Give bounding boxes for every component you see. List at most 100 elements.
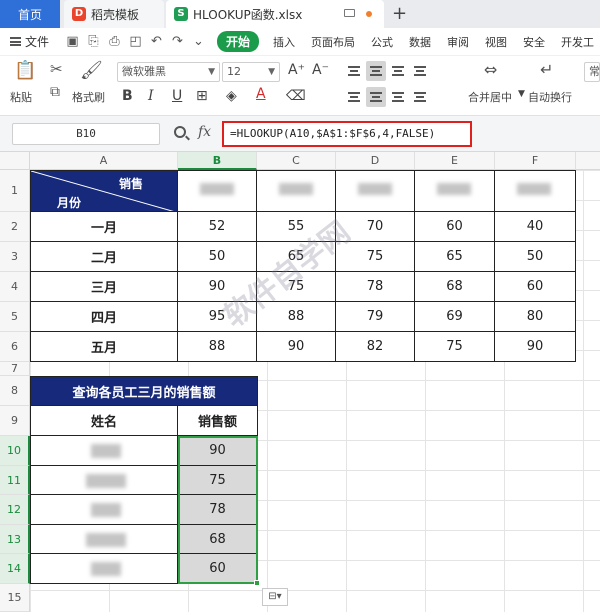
fx-icon[interactable]: fx bbox=[198, 124, 211, 140]
font-color-icon[interactable]: A bbox=[256, 86, 266, 102]
tab-formulas[interactable]: 公式 bbox=[371, 34, 393, 50]
formula-input[interactable]: =HLOOKUP(A10,$A$1:$F$6,4,FALSE) bbox=[222, 121, 472, 147]
sales-cell[interactable]: 75 bbox=[336, 242, 415, 272]
wrap-text-button[interactable]: 自动换行 bbox=[528, 89, 572, 105]
font-size-select[interactable]: 12 ▼ bbox=[222, 62, 280, 82]
month-cell[interactable]: 一月 bbox=[30, 212, 178, 242]
sales-cell[interactable]: 88 bbox=[178, 332, 257, 362]
format-painter-icon[interactable]: 🖌 bbox=[80, 60, 103, 81]
save-icon[interactable]: ▣ bbox=[62, 34, 83, 49]
decrease-font-icon[interactable]: A⁻ bbox=[312, 62, 329, 78]
monitor-icon[interactable] bbox=[344, 9, 355, 17]
sales-cell[interactable]: 90 bbox=[178, 272, 257, 302]
lookup-result-cell[interactable]: 78 bbox=[178, 495, 258, 525]
redo-icon[interactable]: ↷ bbox=[167, 34, 188, 49]
diagonal-header-cell[interactable]: 销售 月份 bbox=[30, 170, 178, 212]
employee-name-cell[interactable] bbox=[30, 554, 178, 584]
search-icon[interactable] bbox=[174, 126, 186, 138]
tab-start[interactable]: 开始 bbox=[217, 31, 260, 52]
sales-cell[interactable]: 65 bbox=[257, 242, 336, 272]
bold-button[interactable]: B bbox=[122, 88, 133, 104]
row-header-10[interactable]: 10 bbox=[0, 436, 30, 466]
sales-cell[interactable]: 78 bbox=[336, 272, 415, 302]
tab-file[interactable]: S HLOOKUP函数.xlsx bbox=[166, 0, 384, 28]
sales-cell[interactable]: 95 bbox=[178, 302, 257, 332]
employee-name-header[interactable] bbox=[415, 170, 495, 212]
chevron-down-icon[interactable]: ▼ bbox=[518, 89, 525, 99]
row-header-1[interactable]: 1 bbox=[0, 170, 30, 212]
row-header-7[interactable]: 7 bbox=[0, 362, 30, 376]
sales-cell[interactable]: 65 bbox=[415, 242, 495, 272]
quick-fill-options-icon[interactable]: ⊟▾ bbox=[262, 588, 288, 606]
sales-cell[interactable]: 90 bbox=[495, 332, 576, 362]
sales-cell[interactable]: 40 bbox=[495, 212, 576, 242]
employee-name-header[interactable] bbox=[336, 170, 415, 212]
tab-template[interactable]: D 稻壳模板 bbox=[64, 0, 164, 28]
sales-cell[interactable]: 90 bbox=[257, 332, 336, 362]
file-menu[interactable]: 文件 bbox=[0, 33, 62, 50]
align-right-icon[interactable] bbox=[392, 92, 404, 102]
lookup-result-cell[interactable]: 60 bbox=[178, 554, 258, 584]
row-header-14[interactable]: 14 bbox=[0, 554, 30, 584]
justify-icon[interactable] bbox=[414, 92, 426, 102]
month-cell[interactable]: 三月 bbox=[30, 272, 178, 302]
paste-icon[interactable]: 📋 bbox=[14, 60, 36, 81]
employee-name-header[interactable] bbox=[257, 170, 336, 212]
row-header-8[interactable]: 8 bbox=[0, 376, 30, 406]
align-center-icon[interactable] bbox=[370, 92, 382, 102]
month-cell[interactable]: 二月 bbox=[30, 242, 178, 272]
undo-icon[interactable]: ↶ bbox=[146, 34, 167, 49]
print-icon[interactable]: ⎙ bbox=[104, 34, 125, 49]
align-left-icon[interactable] bbox=[348, 92, 360, 102]
sales-cell[interactable]: 60 bbox=[415, 212, 495, 242]
row-header-13[interactable]: 13 bbox=[0, 525, 30, 554]
tab-insert[interactable]: 插入 bbox=[273, 34, 295, 50]
lookup-result-cell[interactable]: 90 bbox=[178, 436, 258, 466]
sales-cell[interactable]: 68 bbox=[415, 272, 495, 302]
select-all-corner[interactable] bbox=[0, 152, 30, 170]
align-middle-icon[interactable] bbox=[370, 66, 382, 76]
month-cell[interactable]: 五月 bbox=[30, 332, 178, 362]
tab-review[interactable]: 审阅 bbox=[447, 34, 469, 50]
month-cell[interactable]: 四月 bbox=[30, 302, 178, 332]
sales-cell[interactable]: 69 bbox=[415, 302, 495, 332]
row-header-12[interactable]: 12 bbox=[0, 495, 30, 525]
row-header-5[interactable]: 5 bbox=[0, 302, 30, 332]
sales-cell[interactable]: 60 bbox=[495, 272, 576, 302]
fill-handle[interactable] bbox=[254, 580, 260, 586]
row-header-11[interactable]: 11 bbox=[0, 466, 30, 495]
clear-format-icon[interactable]: ⌫ bbox=[286, 88, 306, 104]
lookup-result-cell[interactable]: 75 bbox=[178, 466, 258, 495]
tab-developer[interactable]: 开发工 bbox=[561, 34, 594, 50]
merge-center-icon[interactable]: ⇔ bbox=[484, 60, 497, 79]
sales-cell[interactable]: 50 bbox=[495, 242, 576, 272]
border-icon[interactable]: ⊞ bbox=[196, 88, 208, 104]
preview-icon[interactable]: ◰ bbox=[125, 34, 146, 49]
name-box[interactable]: B10 bbox=[12, 123, 160, 145]
sales-column-header[interactable]: 销售额 bbox=[178, 406, 258, 436]
sales-cell[interactable]: 55 bbox=[257, 212, 336, 242]
paste-button[interactable]: 粘贴 bbox=[10, 89, 32, 105]
cut-icon[interactable]: ✂ bbox=[50, 60, 63, 78]
sales-cell[interactable]: 52 bbox=[178, 212, 257, 242]
sales-cell[interactable]: 80 bbox=[495, 302, 576, 332]
column-header-d[interactable]: D bbox=[336, 152, 415, 170]
sales-cell[interactable]: 79 bbox=[336, 302, 415, 332]
copy-icon[interactable]: ⧉ bbox=[50, 84, 60, 100]
increase-font-icon[interactable]: A⁺ bbox=[288, 62, 305, 78]
employee-name-cell[interactable] bbox=[30, 466, 178, 495]
wrap-text-icon[interactable]: ↵ bbox=[540, 60, 553, 79]
row-header-3[interactable]: 3 bbox=[0, 242, 30, 272]
column-header-f[interactable]: F bbox=[495, 152, 576, 170]
font-name-select[interactable]: 微软雅黑 ▼ bbox=[117, 62, 220, 82]
indent-icon[interactable] bbox=[414, 66, 426, 76]
new-tab-icon[interactable]: + bbox=[392, 3, 407, 24]
tab-page-layout[interactable]: 页面布局 bbox=[311, 34, 355, 50]
number-format-select[interactable]: 常 bbox=[584, 62, 600, 82]
underline-button[interactable]: U bbox=[172, 88, 182, 104]
row-header-9[interactable]: 9 bbox=[0, 406, 30, 436]
row-header-4[interactable]: 4 bbox=[0, 272, 30, 302]
sales-cell[interactable]: 75 bbox=[257, 272, 336, 302]
query-table-title[interactable]: 查询各员工三月的销售额 bbox=[30, 376, 258, 406]
name-column-header[interactable]: 姓名 bbox=[30, 406, 178, 436]
